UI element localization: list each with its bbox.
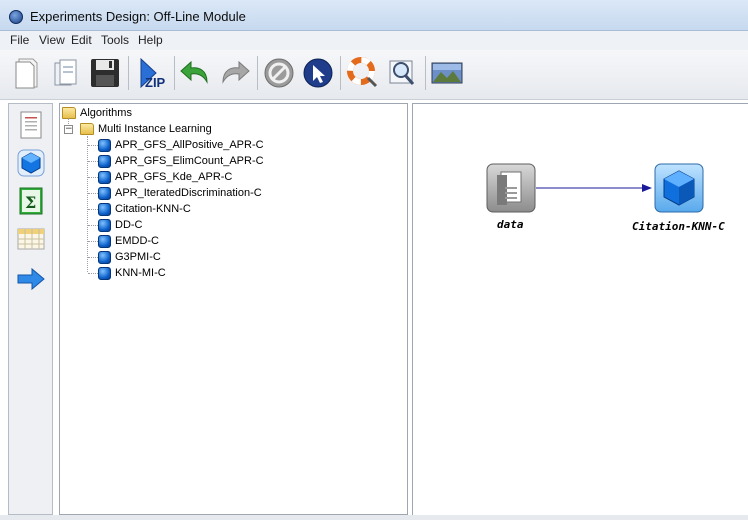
redo-button[interactable] (217, 56, 251, 90)
tree-node-algorithms[interactable]: Algorithms (62, 105, 132, 121)
tree-item-algorithm[interactable]: Citation-KNN-C (98, 201, 191, 217)
collapse-icon[interactable]: − (64, 125, 73, 134)
tree-item-algorithm[interactable]: APR_GFS_ElimCount_APR-C (98, 153, 264, 169)
app-icon (9, 10, 23, 24)
data-node-label: data (497, 218, 524, 231)
folder-icon (80, 123, 94, 135)
tree-item-algorithm[interactable]: APR_GFS_Kde_APR-C (98, 169, 232, 185)
open-button[interactable] (49, 56, 83, 90)
cube-icon (98, 266, 111, 280)
menu-help[interactable]: Help (138, 33, 163, 47)
window-title: Experiments Design: Off-Line Module (30, 9, 246, 24)
arrowhead-icon (642, 184, 652, 192)
toolbar-separator (128, 56, 129, 90)
zoom-button[interactable] (385, 56, 419, 90)
title-bar: Experiments Design: Off-Line Module (0, 0, 748, 31)
stop-button[interactable] (262, 56, 296, 90)
save-button[interactable] (88, 56, 122, 90)
cube-icon (98, 202, 111, 216)
help-button[interactable] (346, 56, 380, 90)
tree-item-algorithm[interactable]: DD-C (98, 217, 143, 233)
sigma-icon: Σ (19, 187, 43, 215)
toolbar-separator (340, 56, 341, 90)
stop-icon (264, 58, 294, 88)
dataset-tool-button[interactable] (16, 110, 46, 140)
menu-tools[interactable]: Tools (101, 33, 129, 47)
magnifier-icon (389, 60, 415, 85)
status-bar (0, 515, 748, 520)
undo-button[interactable] (179, 56, 213, 90)
folder-icon (62, 107, 76, 119)
document-icon (20, 111, 42, 139)
snapshot-button[interactable] (430, 56, 464, 90)
toolbar-separator (425, 56, 426, 90)
algorithm-tool-button[interactable] (16, 148, 46, 178)
tree-item-algorithm[interactable]: KNN-MI-C (98, 265, 166, 281)
tree-item-algorithm[interactable]: EMDD-C (98, 233, 159, 249)
redo-icon (222, 60, 250, 84)
tree-item-algorithm[interactable]: APR_GFS_AllPositive_APR-C (98, 137, 264, 153)
algorithm-tree: Algorithms − Multi Instance Learning APR… (59, 103, 408, 515)
pointer-icon (303, 58, 333, 88)
tree-node-multi-instance-learning[interactable]: Multi Instance Learning (80, 121, 212, 137)
zip-button[interactable]: ZIP (136, 56, 170, 90)
arrow-right-icon (17, 267, 45, 291)
svg-text:ZIP: ZIP (145, 75, 166, 90)
tree-item-algorithm[interactable]: APR_IteratedDiscrimination-C (98, 185, 262, 201)
new-document-button[interactable] (10, 56, 44, 90)
menu-file[interactable]: File (10, 33, 29, 47)
svg-text:Σ: Σ (25, 193, 36, 212)
toolbar-separator (174, 56, 175, 90)
visualization-tool-button[interactable] (16, 224, 46, 254)
connection-tool-button[interactable] (16, 264, 46, 294)
cube-icon (98, 250, 111, 264)
cube-icon (98, 170, 111, 184)
cube-icon (17, 149, 45, 177)
cube-icon (98, 218, 111, 232)
toolbar: ZIP (0, 50, 748, 100)
lifebuoy-icon (347, 57, 378, 88)
menu-view[interactable]: View (39, 33, 65, 47)
citation-knn-node[interactable] (654, 163, 704, 213)
tree-item-algorithm[interactable]: G3PMI-C (98, 249, 161, 265)
cube-icon (98, 234, 111, 248)
cube-icon (98, 186, 111, 200)
dataset-icon (486, 163, 536, 213)
citation-knn-node-label: Citation-KNN-C (632, 220, 725, 233)
menu-bar: File View Edit Tools Help (0, 31, 748, 50)
zip-icon: ZIP (140, 57, 166, 90)
floppy-disk-icon (91, 59, 119, 87)
image-icon (431, 62, 463, 84)
cube-icon (98, 154, 111, 168)
left-toolbar: Σ (8, 103, 53, 515)
select-button[interactable] (301, 56, 335, 90)
menu-edit[interactable]: Edit (71, 33, 92, 47)
statistics-tool-button[interactable]: Σ (16, 186, 46, 216)
toolbar-separator (257, 56, 258, 90)
table-icon (17, 228, 45, 250)
experiment-canvas[interactable]: data Citation-KNN-C (412, 103, 748, 515)
new-document-icon (15, 58, 38, 89)
open-icon (54, 59, 77, 86)
cube-icon (98, 138, 111, 152)
undo-icon (180, 60, 208, 84)
cube-icon (654, 163, 704, 213)
data-node[interactable] (486, 163, 536, 213)
